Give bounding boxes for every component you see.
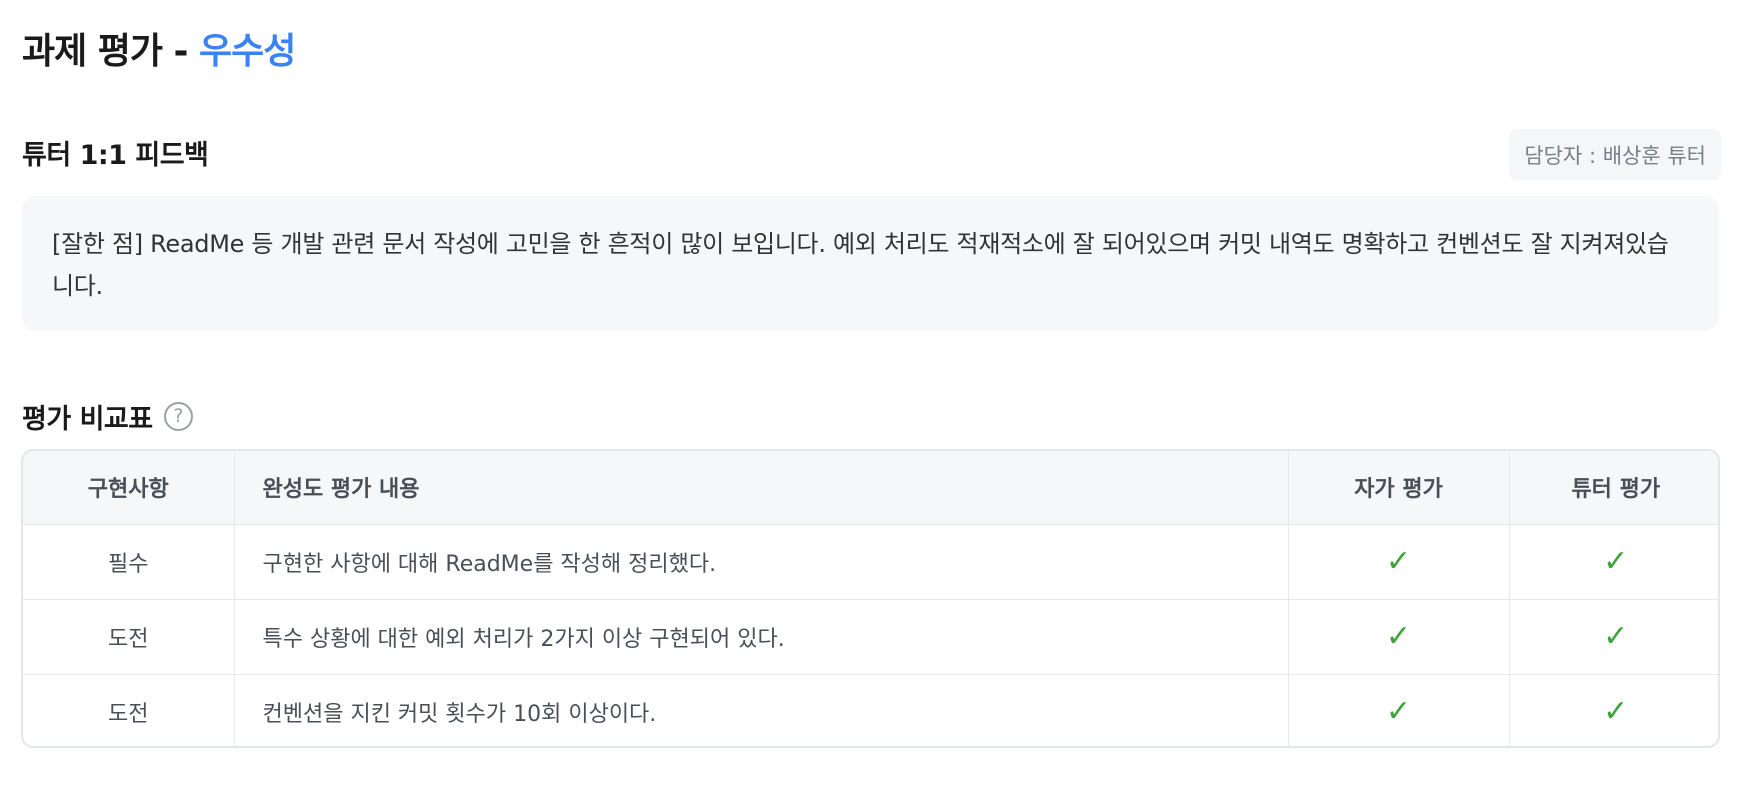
row-type: 도전 [23, 674, 235, 746]
feedback-section-title: 튜터 1:1 피드백 [22, 140, 209, 171]
tutor-badge: 담당자 : 배상훈 튜터 [1509, 129, 1721, 180]
row-content: 구현한 사항에 대해 ReadMe를 작성해 정리했다. [234, 524, 1289, 600]
self-check-icon: ✓ [1288, 599, 1510, 675]
self-check-icon: ✓ [1288, 524, 1510, 600]
column-header-self: 자가 평가 [1288, 451, 1510, 525]
column-header-content: 완성도 평가 내용 [234, 451, 1289, 525]
comparison-title-label: 평가 비교표 [22, 404, 153, 435]
table-row: 도전 특수 상황에 대한 예외 처리가 2가지 이상 구현되어 있다. ✓ ✓ [23, 599, 1718, 675]
comparison-table: 구현사항 완성도 평가 내용 자가 평가 튜터 평가 필수 구현한 사항에 대해… [21, 449, 1720, 748]
row-content: 컨벤션을 지킨 커밋 횟수가 10회 이상이다. [234, 674, 1289, 746]
tutor-check-icon: ✓ [1509, 599, 1718, 675]
page-title-prefix: 과제 평가 - [22, 31, 200, 72]
table-row: 필수 구현한 사항에 대해 ReadMe를 작성해 정리했다. ✓ ✓ [23, 524, 1718, 600]
column-header-type: 구현사항 [23, 451, 235, 525]
grade-label: 우수성 [199, 31, 296, 72]
page-title: 과제 평가 - 우수성 [22, 22, 296, 74]
feedback-text: [잘한 점] ReadMe 등 개발 관련 문서 작성에 고민을 한 흔적이 많… [22, 196, 1719, 331]
table-row: 도전 컨벤션을 지킨 커밋 횟수가 10회 이상이다. ✓ ✓ [23, 674, 1718, 746]
tutor-check-icon: ✓ [1603, 694, 1629, 730]
column-header-tutor: 튜터 평가 [1509, 451, 1718, 525]
row-type: 필수 [23, 524, 235, 600]
row-content: 특수 상황에 대한 예외 처리가 2가지 이상 구현되어 있다. [234, 599, 1289, 675]
evaluation-page: 과제 평가 - 우수성 튜터 1:1 피드백 담당자 : 배상훈 튜터 [잘한 … [0, 0, 1750, 794]
row-type: 도전 [23, 599, 235, 675]
table-header-row: 구현사항 완성도 평가 내용 자가 평가 튜터 평가 [23, 451, 1718, 525]
comparison-section-title: 평가 비교표 ? [22, 397, 193, 436]
self-check-icon: ✓ [1288, 674, 1510, 746]
tutor-check-icon: ✓ [1509, 524, 1718, 600]
help-icon[interactable]: ? [163, 402, 193, 431]
